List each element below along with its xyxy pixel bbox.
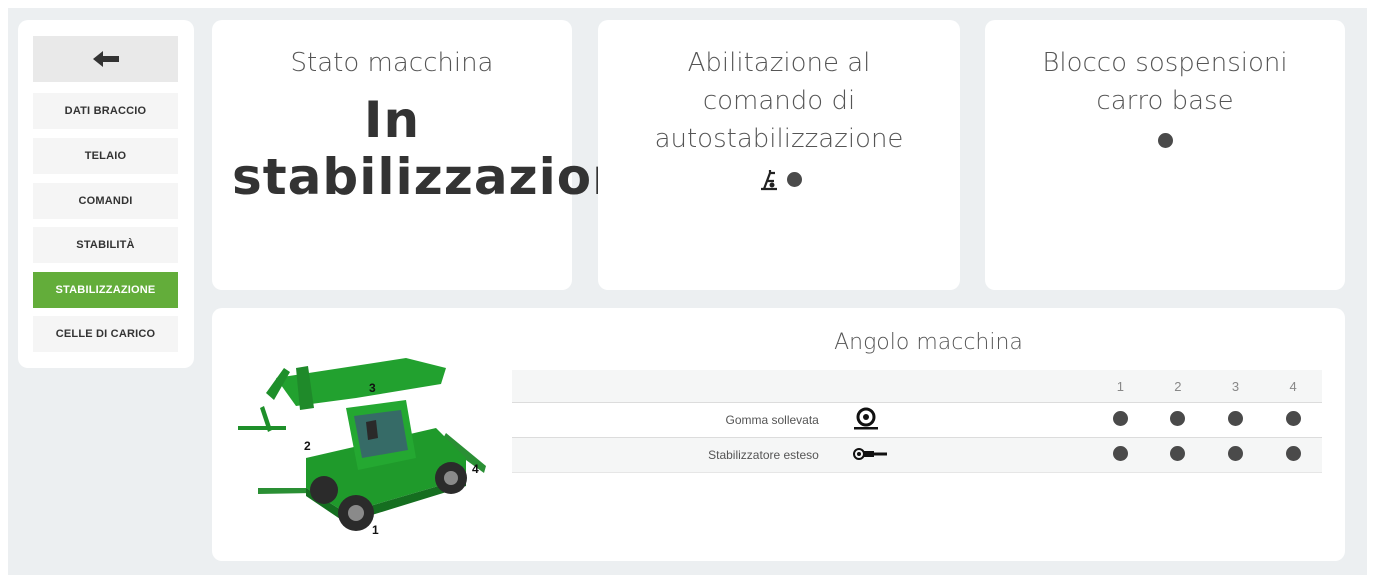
stabilizer-extended-indicator-4 [1285,446,1301,461]
row-label-tire-lifted: Gomma sollevata [725,413,819,427]
machine-angle-title: Angolo macchina [834,330,1023,355]
column-header-4: 4 [1289,378,1297,394]
suspension-lock-card: Blocco sospensioni carro base [985,20,1345,290]
machine-state-title: Stato macchina [290,48,494,78]
diagram-label-3: 3 [369,381,376,395]
stabilizer-icon [852,447,887,460]
table-row: Stabilizzatore esteso [512,437,1322,473]
sidebar-item-stabilita[interactable]: STABILITÀ [33,227,178,263]
machine-state-value: In stabilizzazione [232,91,664,206]
column-header-3: 3 [1231,378,1240,394]
machine-angle-table: 1 2 3 4 Gomma sollevata Stabilizzatore e… [512,370,1322,473]
diagram-label-1: 1 [372,523,379,537]
table-header-row: 1 2 3 4 [512,370,1322,403]
arrow-left-icon [92,51,119,67]
sidebar-item-celle-di-carico[interactable]: CELLE DI CARICO [33,316,178,352]
auto-stabilization-card: Abilitazione al comando di autostabilizz… [598,20,960,290]
sidebar-item-dati-braccio[interactable]: DATI BRACCIO [33,93,178,129]
tire-lifted-indicator-2 [1170,411,1186,426]
table-row: Gomma sollevata [512,402,1322,438]
auto-stabilization-title: Abilitazione al comando di autostabilizz… [654,48,904,154]
back-button[interactable] [33,36,178,82]
diagram-label-2: 2 [304,439,311,453]
tire-lifted-indicator-4 [1285,411,1301,426]
telehandler-illustration: 3 2 4 1 [238,358,486,537]
suspension-lock-indicator [1157,133,1173,148]
sidebar-item-stabilizzazione[interactable]: STABILIZZAZIONE [33,272,178,308]
auto-stabilization-indicator [786,171,802,187]
diagram-label-4: 4 [472,462,479,476]
stabilizer-extended-indicator-3 [1228,446,1244,461]
machine-state-card: Stato macchina In stabilizzazione [212,20,664,290]
sidebar-item-telaio[interactable]: TELAIO [33,138,178,174]
auto-stabilization-icon [760,170,777,191]
stabilizer-extended-indicator-2 [1170,446,1186,461]
column-header-2: 2 [1174,378,1182,394]
column-header-1: 1 [1116,378,1124,394]
tire-lifted-indicator-1 [1112,411,1128,426]
suspension-lock-title: Blocco sospensioni carro base [1042,48,1288,116]
machine-angle-panel: 3 2 4 1 Angolo macchina 1 2 3 4 Gomma so… [212,308,1345,561]
row-label-stabilizer-extended: Stabilizzatore esteso [708,448,819,462]
tire-lifted-indicator-3 [1228,411,1244,426]
stabilizer-extended-indicator-1 [1112,446,1128,461]
auto-stabilization-status [598,167,960,191]
tire-icon [853,407,878,429]
sidebar: DATI BRACCIO TELAIO COMANDI STABILITÀ ST… [18,20,194,368]
sidebar-item-comandi[interactable]: COMANDI [33,183,178,219]
